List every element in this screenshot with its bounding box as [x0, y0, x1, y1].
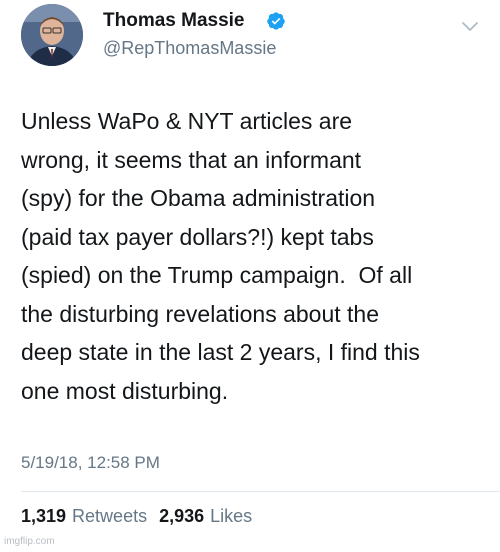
watermark: imgflip.com	[4, 536, 55, 547]
verified-badge-icon	[267, 12, 285, 30]
tweet-text-line: (spied) on the Trump campaign. Of all	[21, 262, 413, 288]
tweet-text-line: wrong, it seems that an informant	[21, 146, 362, 173]
avatar[interactable]	[21, 4, 83, 66]
retweets-label: Retweets	[72, 506, 148, 526]
tweet-timestamp[interactable]: 5/19/18, 12:58 PM	[21, 453, 160, 473]
chevron-down-icon[interactable]	[462, 22, 478, 32]
tweet-text-line: one most disturbing.	[21, 377, 229, 404]
tweet-text-line: the disturbing revelations about the	[21, 300, 380, 327]
retweets-stat[interactable]: 1,319 Retweets	[21, 506, 147, 526]
divider	[21, 491, 500, 492]
tweet-text-line: Unless WaPo & NYT articles are	[21, 108, 353, 134]
avatar-image	[21, 4, 83, 66]
tweet-stats: 1,319 Retweets 2,936 Likes	[21, 506, 252, 527]
tweet-text-line: (paid tax payer dollars?!) kept tabs	[21, 223, 374, 250]
tweet-text-line: (spy) for the Obama administration	[21, 185, 376, 211]
display-name[interactable]: Thomas Massie	[103, 10, 245, 32]
user-handle[interactable]: @RepThomasMassie	[103, 38, 276, 59]
likes-stat[interactable]: 2,936 Likes	[159, 506, 252, 526]
tweet-text-line: deep state in the last 2 years, I find t…	[21, 339, 420, 365]
likes-label: Likes	[210, 506, 253, 526]
likes-count: 2,936	[159, 506, 205, 526]
retweets-count: 1,319	[21, 506, 67, 526]
tweet-text: Unless WaPo & NYT articles are wrong, it…	[21, 102, 491, 410]
